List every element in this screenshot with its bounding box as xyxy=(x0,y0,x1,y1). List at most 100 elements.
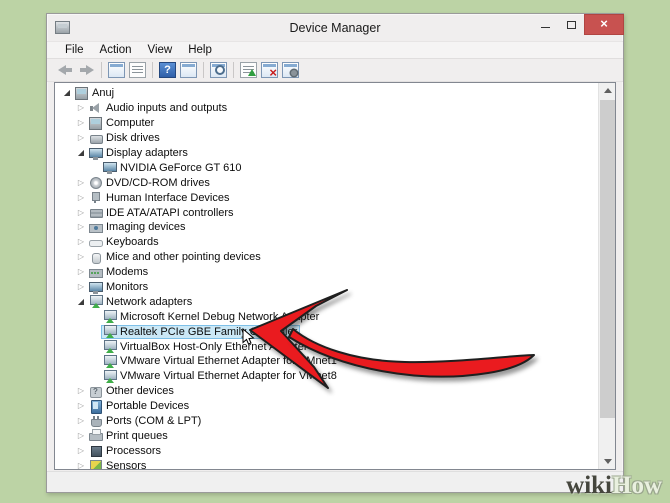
expander-icon[interactable]: ▷ xyxy=(75,460,87,470)
device-tree-panel: ◢Anuj▷Audio inputs and outputs▷Computer▷… xyxy=(54,82,616,470)
minimize-icon xyxy=(541,27,550,28)
device-manager-window: Device Manager × FileActionViewHelp ◢Anu… xyxy=(46,13,624,493)
tree-item-virtualbox-host-only-ethernet-adapter[interactable]: VirtualBox Host-Only Ethernet Adapter xyxy=(55,339,598,354)
expander-icon[interactable]: ▷ xyxy=(75,102,87,114)
close-button[interactable]: × xyxy=(584,14,624,35)
scan-search-icon[interactable] xyxy=(210,62,227,78)
help-icon[interactable] xyxy=(159,62,176,78)
tree-item-vmware-virtual-ethernet-adapter-for-vmnet8[interactable]: VMware Virtual Ethernet Adapter for VMne… xyxy=(55,369,598,384)
disk-icon xyxy=(89,132,102,145)
tree-item-processors[interactable]: ▷ Processors xyxy=(55,443,598,458)
item-box: VMware Virtual Ethernet Adapter for VMne… xyxy=(101,354,340,368)
tree-item-anuj[interactable]: ◢Anuj xyxy=(55,86,598,101)
watermark-how-text: How xyxy=(612,472,662,499)
item-box: Network adapters xyxy=(87,295,195,309)
expander-icon[interactable]: ◢ xyxy=(75,296,87,308)
minimize-button[interactable] xyxy=(532,14,558,35)
item-box: Human Interface Devices xyxy=(87,191,233,205)
item-box: NVIDIA GeForce GT 610 xyxy=(101,161,244,175)
toolbar-separator xyxy=(203,62,204,78)
tree-item-label: Human Interface Devices xyxy=(106,192,230,204)
expander-icon[interactable]: ▷ xyxy=(75,266,87,278)
expander-icon[interactable]: ▷ xyxy=(75,132,87,144)
menu-file[interactable]: File xyxy=(57,44,92,56)
tree-item-monitors[interactable]: ▷ Monitors xyxy=(55,280,598,295)
expander-icon[interactable]: ◢ xyxy=(75,147,87,159)
expander-icon[interactable]: ▷ xyxy=(75,117,87,129)
expander-icon[interactable]: ▷ xyxy=(75,400,87,412)
computer-icon xyxy=(89,117,102,130)
tree-item-nvidia-geforce-gt-610[interactable]: NVIDIA GeForce GT 610 xyxy=(55,160,598,175)
scroll-down-icon[interactable] xyxy=(599,453,616,469)
monitor-icon xyxy=(89,281,102,294)
tree-item-label: Sensors xyxy=(106,460,146,470)
scroll-up-icon[interactable] xyxy=(599,83,616,99)
driver-settings-icon[interactable] xyxy=(282,62,299,78)
expander-icon[interactable]: ▷ xyxy=(75,207,87,219)
item-box: Anuj xyxy=(73,86,117,100)
tree-item-realtek-pcie-gbe-family-controller[interactable]: Realtek PCIe GBE Family Controller xyxy=(55,324,598,339)
tree-item-label: Monitors xyxy=(106,281,148,293)
tree-item-imaging-devices[interactable]: ▷Imaging devices xyxy=(55,220,598,235)
item-box: Disk drives xyxy=(87,131,163,145)
expander-icon[interactable]: ◢ xyxy=(61,87,73,99)
back-icon[interactable] xyxy=(57,62,74,78)
expander-icon[interactable]: ▷ xyxy=(75,430,87,442)
tree-item-audio-inputs-and-outputs[interactable]: ▷Audio inputs and outputs xyxy=(55,101,598,116)
expander-icon[interactable]: ▷ xyxy=(75,445,87,457)
item-box: Monitors xyxy=(87,280,151,294)
tree-item-sensors[interactable]: ▷ Sensors xyxy=(55,458,598,470)
expander-icon[interactable]: ▷ xyxy=(75,236,87,248)
expander-icon[interactable]: ▷ xyxy=(75,385,87,397)
tree-item-dvd-cd-rom-drives[interactable]: ▷DVD/CD-ROM drives xyxy=(55,175,598,190)
item-box: Sensors xyxy=(87,459,149,470)
item-box: Microsoft Kernel Debug Network Adapter xyxy=(101,310,322,324)
tree-item-vmware-virtual-ethernet-adapter-for-vmnet1[interactable]: VMware Virtual Ethernet Adapter for VMne… xyxy=(55,354,598,369)
tree-item-print-queues[interactable]: ▷Print queues xyxy=(55,428,598,443)
item-box: Mice and other pointing devices xyxy=(87,250,264,264)
properties-icon[interactable] xyxy=(129,62,146,78)
expander-icon[interactable]: ▷ xyxy=(75,177,87,189)
scan-hardware-changes-icon[interactable] xyxy=(240,62,257,78)
maximize-icon xyxy=(567,21,576,29)
scrollbar-thumb[interactable] xyxy=(600,100,615,418)
console-window-icon[interactable] xyxy=(180,62,197,78)
expander-icon[interactable]: ▷ xyxy=(75,415,87,427)
tree-item-label: IDE ATA/ATAPI controllers xyxy=(106,207,234,219)
tree-item-network-adapters[interactable]: ◢Network adapters xyxy=(55,294,598,309)
item-box: Keyboards xyxy=(87,235,162,249)
tree-item-label: Display adapters xyxy=(106,147,188,159)
tree-item-mice-and-other-pointing-devices[interactable]: ▷Mice and other pointing devices xyxy=(55,250,598,265)
tree-item-disk-drives[interactable]: ▷Disk drives xyxy=(55,131,598,146)
menu-help[interactable]: Help xyxy=(180,44,220,56)
tree-item-display-adapters[interactable]: ◢ Display adapters xyxy=(55,146,598,161)
console-tree-icon[interactable] xyxy=(108,62,125,78)
tree-item-label: Processors xyxy=(106,445,161,457)
expander-icon[interactable]: ▷ xyxy=(75,192,87,204)
audio-icon xyxy=(89,102,102,115)
expander-icon[interactable]: ▷ xyxy=(75,281,87,293)
title-bar[interactable]: Device Manager × xyxy=(47,14,623,41)
tree-item-ports-com-lpt[interactable]: ▷Ports (COM & LPT) xyxy=(55,414,598,429)
expander-icon[interactable]: ▷ xyxy=(75,221,87,233)
keyboard-icon xyxy=(89,236,102,249)
tree-item-human-interface-devices[interactable]: ▷ Human Interface Devices xyxy=(55,190,598,205)
tree-item-computer[interactable]: ▷Computer xyxy=(55,116,598,131)
vertical-scrollbar[interactable] xyxy=(598,83,615,469)
network-icon xyxy=(103,325,116,338)
device-tree: ◢Anuj▷Audio inputs and outputs▷Computer▷… xyxy=(55,83,598,469)
maximize-button[interactable] xyxy=(558,14,584,35)
expander-icon[interactable]: ▷ xyxy=(75,251,87,263)
tree-item-microsoft-kernel-debug-network-adapter[interactable]: Microsoft Kernel Debug Network Adapter xyxy=(55,309,598,324)
menu-action[interactable]: Action xyxy=(92,44,140,56)
tree-item-ide-ata-atapi-controllers[interactable]: ▷ IDE ATA/ATAPI controllers xyxy=(55,205,598,220)
tree-item-label: Portable Devices xyxy=(106,400,189,412)
tree-item-keyboards[interactable]: ▷Keyboards xyxy=(55,235,598,250)
tree-item-other-devices[interactable]: ▷Other devices xyxy=(55,384,598,399)
forward-icon[interactable] xyxy=(78,62,95,78)
uninstall-device-icon[interactable] xyxy=(261,62,278,78)
menu-view[interactable]: View xyxy=(140,44,181,56)
tree-item-portable-devices[interactable]: ▷ Portable Devices xyxy=(55,399,598,414)
tree-item-modems[interactable]: ▷Modems xyxy=(55,265,598,280)
modem-icon xyxy=(89,266,102,279)
